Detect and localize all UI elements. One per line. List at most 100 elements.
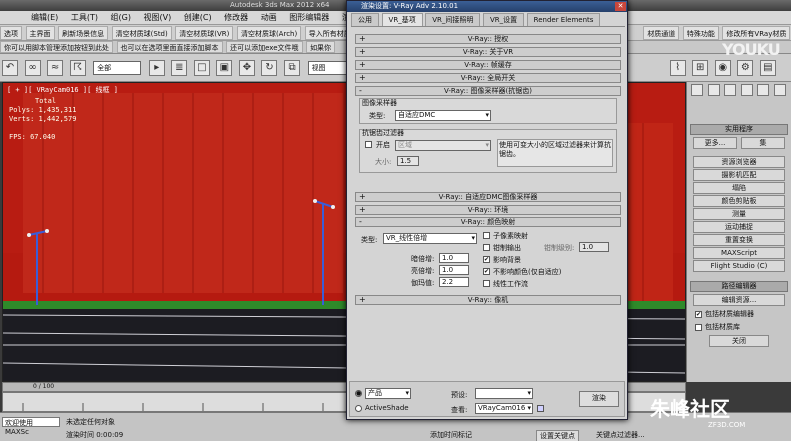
product-dropdown[interactable]: 产品: [365, 388, 411, 399]
aa-filter-dropdown[interactable]: 区域: [395, 140, 491, 151]
preset-dropdown[interactable]: [475, 388, 533, 399]
edit-resources-button[interactable]: 编辑资源...: [693, 294, 785, 306]
select-by-name-icon[interactable]: ≣: [171, 60, 188, 76]
menu-modifiers[interactable]: 修改器: [219, 11, 253, 25]
motion-tab-icon[interactable]: [740, 84, 753, 96]
menu-create[interactable]: 创建(C): [179, 11, 217, 25]
tb-clear-arch[interactable]: 清空材质球(Arch): [236, 26, 302, 40]
menu-views[interactable]: 视图(V): [139, 11, 177, 25]
set-key-button[interactable]: 设置关键点: [536, 430, 579, 441]
utilities-rollout-header[interactable]: 实用程序: [690, 124, 788, 135]
include-mtl-library-checkbox[interactable]: 包括材质库: [695, 322, 783, 332]
maxscript-listener[interactable]: 欢迎使用 MAXSc: [2, 417, 60, 436]
camera-match-button[interactable]: 摄影机匹配: [693, 169, 785, 181]
clamp-output-checkbox[interactable]: [483, 244, 490, 251]
tb-options[interactable]: 选项: [0, 26, 22, 40]
selection-filter-dropdown[interactable]: 全部: [93, 61, 142, 75]
undo-icon[interactable]: ↶: [2, 60, 18, 76]
menu-group[interactable]: 组(G): [106, 11, 136, 25]
lock-view-icon[interactable]: [537, 405, 544, 412]
tb-refresh-scene[interactable]: 刷新场景信息: [58, 26, 109, 40]
tab-common[interactable]: 公用: [351, 13, 379, 26]
rollout-camera[interactable]: + V-Ray:: 像机: [355, 295, 621, 305]
tb2-hint-3[interactable]: 还可以添加exe文件哦: [226, 41, 303, 53]
window-crossing-icon[interactable]: ▣: [216, 60, 233, 76]
tab-vr-settings[interactable]: VR_设置: [482, 13, 525, 26]
activeshade-radio[interactable]: [355, 405, 362, 412]
tab-vr-gi[interactable]: VR_间接照明: [425, 13, 481, 26]
tb-main[interactable]: 主界面: [25, 26, 55, 40]
rollout-image-sampler[interactable]: - V-Ray:: 图像采样器(抗锯齿): [355, 86, 621, 96]
rollout-environment[interactable]: + V-Ray:: 环境: [355, 205, 621, 215]
tb-modify-vray[interactable]: 修改所有VRay材质: [722, 26, 791, 40]
dont-affect-colors-checkbox[interactable]: ✔: [483, 268, 490, 275]
close-button[interactable]: 关闭: [709, 335, 769, 347]
curve-editor-icon[interactable]: ⌇: [669, 60, 686, 76]
scale-icon[interactable]: ⧉: [284, 60, 301, 76]
schematic-icon[interactable]: ⊞: [692, 60, 709, 76]
bright-multiplier-spinner[interactable]: 1.0: [439, 265, 469, 275]
view-dropdown[interactable]: VRayCam016: [475, 403, 533, 414]
close-icon[interactable]: ✕: [615, 2, 626, 11]
rotate-icon[interactable]: ↻: [261, 60, 278, 76]
measure-button[interactable]: 测量: [693, 208, 785, 220]
move-icon[interactable]: ✥: [238, 60, 255, 76]
render-frame-icon[interactable]: ▤: [759, 60, 776, 76]
aa-filter-on-checkbox[interactable]: [365, 141, 372, 148]
tab-render-elements[interactable]: Render Elements: [526, 13, 601, 26]
rollout-about[interactable]: + V-Ray:: 关于VR: [355, 47, 621, 57]
add-time-tag[interactable]: 添加时间标记: [430, 430, 472, 440]
flight-studio-button[interactable]: Flight Studio (C): [693, 260, 785, 272]
dark-multiplier-spinner[interactable]: 1.0: [439, 253, 469, 263]
rollout-color-mapping[interactable]: - V-Ray:: 颜色映射: [355, 217, 621, 227]
product-radio[interactable]: ●: [355, 390, 362, 397]
subpixel-mapping-checkbox[interactable]: [483, 232, 490, 239]
utilities-tab-icon[interactable]: [773, 84, 786, 96]
linear-workflow-checkbox[interactable]: [483, 280, 490, 287]
tb-clear-vr[interactable]: 清空材质球(VR): [175, 26, 234, 40]
select-icon[interactable]: ▸: [148, 60, 165, 76]
tb-clear-std[interactable]: 清空材质球(Std): [111, 26, 172, 40]
clamp-level-spinner[interactable]: 1.0: [579, 242, 609, 252]
collapse-button[interactable]: 塌陷: [693, 182, 785, 194]
create-tab-icon[interactable]: [691, 84, 703, 96]
menu-edit[interactable]: 编辑(E): [26, 11, 63, 25]
tab-vr-base[interactable]: VR_基项: [381, 13, 423, 26]
tb-material-channel[interactable]: 材质通道: [643, 26, 680, 40]
path-editor-rollout-header[interactable]: 路径编辑器: [690, 281, 788, 292]
sets-button[interactable]: 集: [741, 137, 785, 149]
render-setup-icon[interactable]: ⚙: [737, 60, 754, 76]
reference-coord-dropdown[interactable]: 视图: [307, 61, 352, 75]
tb2-hint-2[interactable]: 也可以在选项里面直接添加脚本: [116, 41, 223, 53]
menu-animation[interactable]: 动画: [256, 11, 282, 25]
material-editor-icon[interactable]: ◉: [714, 60, 731, 76]
include-mtl-editor-checkbox[interactable]: ✔ 包括材质编辑器: [695, 309, 783, 319]
reset-xform-button[interactable]: 重置变换: [693, 234, 785, 246]
asset-browser-button[interactable]: 资源浏览器: [693, 156, 785, 168]
cm-type-dropdown[interactable]: VR_线性倍增: [383, 233, 477, 244]
link-icon[interactable]: ∞: [24, 60, 41, 76]
rollout-adaptive-dmc[interactable]: + V-Ray:: 自适应DMC图像采样器: [355, 192, 621, 202]
dialog-titlebar[interactable]: 渲染设置: V-Ray Adv 2.10.01: [347, 1, 627, 12]
tb-special[interactable]: 特殊功能: [682, 26, 719, 40]
maxscript-button[interactable]: MAXScript: [693, 247, 785, 259]
menu-graph-editors[interactable]: 图形编辑器: [284, 11, 334, 25]
aa-size-spinner[interactable]: 1.5: [397, 156, 419, 166]
tb2-hint-4[interactable]: 如果你: [306, 41, 336, 53]
rollout-framebuffer[interactable]: + V-Ray:: 帧缓存: [355, 60, 621, 70]
menu-tools[interactable]: 工具(T): [66, 11, 103, 25]
key-filters-button[interactable]: 关键点过滤器...: [596, 430, 645, 440]
sampler-type-dropdown[interactable]: 自适应DMC: [395, 110, 491, 121]
rect-select-icon[interactable]: □: [193, 60, 210, 76]
render-button[interactable]: 渲染: [579, 391, 619, 407]
tb2-hint-1[interactable]: 你可以用脚本管理添加按钮到此处: [0, 41, 113, 53]
rollout-global[interactable]: + V-Ray:: 全局开关: [355, 73, 621, 83]
display-tab-icon[interactable]: [757, 84, 770, 96]
modify-tab-icon[interactable]: [707, 84, 720, 96]
bind-icon[interactable]: ☈: [69, 60, 86, 76]
affect-background-checkbox[interactable]: ✔: [483, 256, 490, 263]
gamma-spinner[interactable]: 2.2: [439, 277, 469, 287]
hierarchy-tab-icon[interactable]: [724, 84, 737, 96]
rollout-auth[interactable]: + V-Ray:: 授权: [355, 34, 621, 44]
color-clipboard-button[interactable]: 颜色剪贴板: [693, 195, 785, 207]
